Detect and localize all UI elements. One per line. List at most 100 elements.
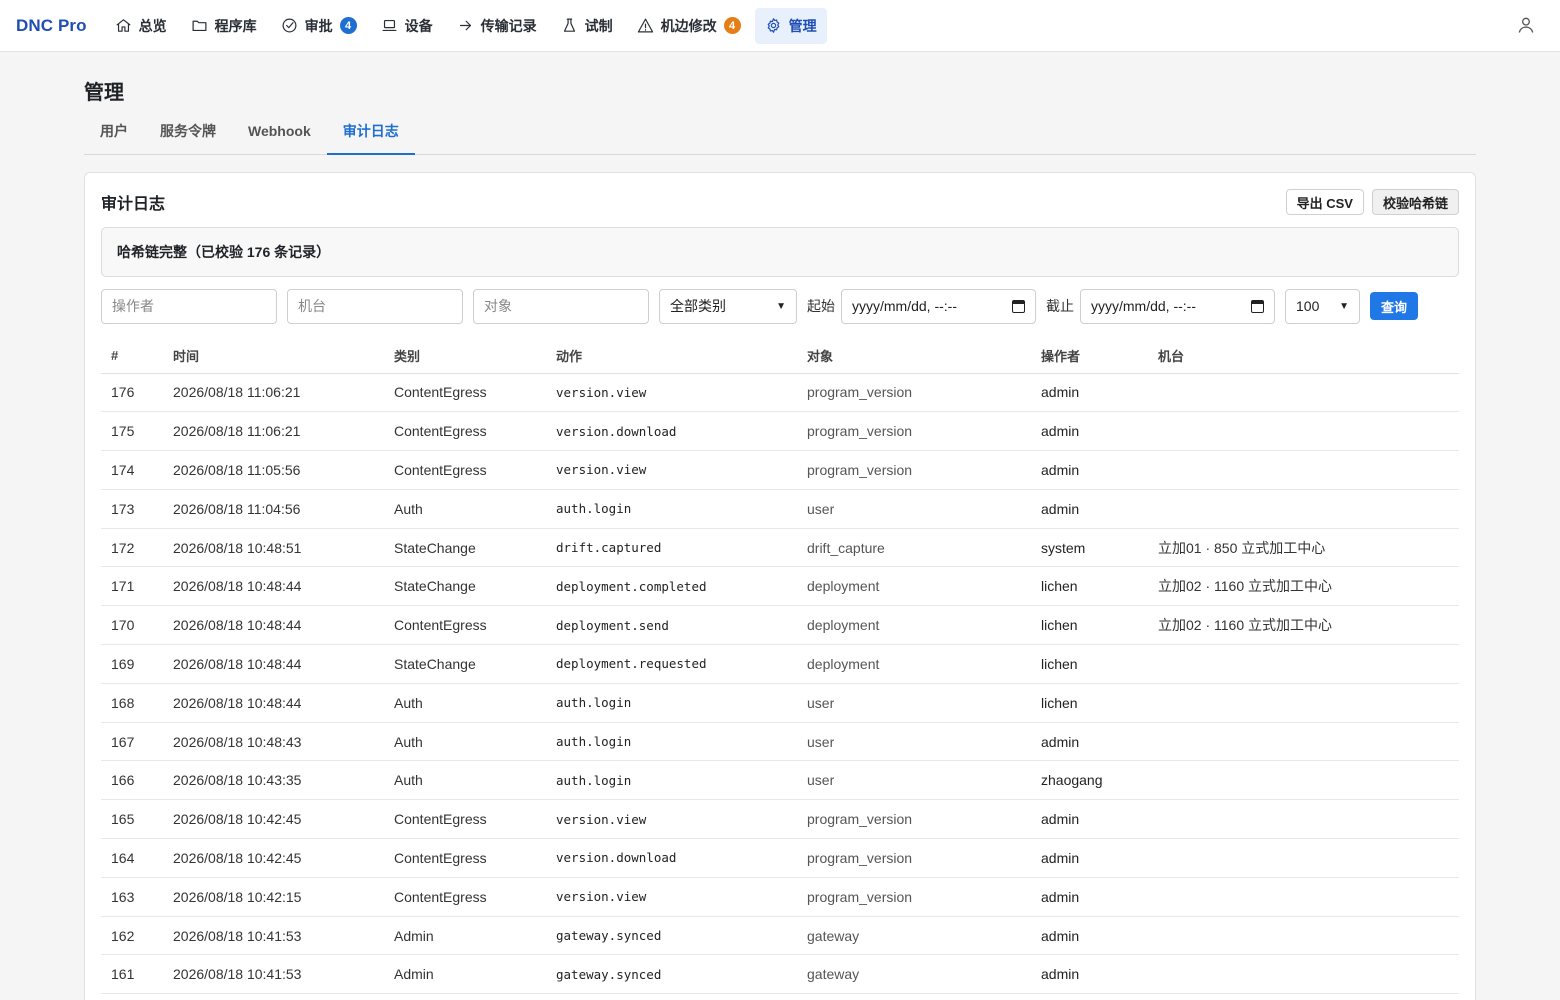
export-csv-button[interactable]: 导出 CSV — [1285, 189, 1364, 215]
column-header-machine: 机台 — [1148, 338, 1459, 374]
cell-actor: admin — [1031, 877, 1148, 917]
cell-machine — [1148, 644, 1459, 684]
folder-icon — [192, 20, 207, 32]
cell-action: auth.login — [546, 683, 797, 723]
audit-log-card: 审计日志 导出 CSV 校验哈希链 哈希链完整（已校验 176 条记录） 全部类… — [84, 172, 1476, 1000]
user-icon — [1518, 17, 1534, 33]
verify-hash-chain-button[interactable]: 校验哈希链 — [1371, 189, 1459, 215]
nav-item-admin[interactable]: 管理 — [754, 7, 827, 44]
cell-machine: 立加01 · 850 立式加工中心 — [1148, 528, 1459, 568]
nav-item-approval[interactable]: 审批 4 — [271, 8, 367, 44]
cell-category: Admin — [384, 916, 546, 956]
tab-service-tokens[interactable]: 服务令牌 — [144, 112, 232, 155]
object-filter-input[interactable] — [473, 288, 649, 324]
main-nav: 总览 程序库 审批 4 设备 传输记录 试制 机边修改 4 管理 — [105, 7, 827, 44]
cell-index: 161 — [101, 954, 163, 995]
cell-category: Admin — [384, 954, 546, 995]
cell-object: program_version — [797, 838, 1031, 878]
start-time-input[interactable]: yyyy/mm/dd, --:-- — [841, 288, 1036, 324]
cell-machine — [1148, 916, 1459, 956]
table-row[interactable]: 173 2026/08/18 11:04:56 Auth auth.login user… — [101, 489, 1459, 529]
cell-index: 163 — [101, 877, 163, 917]
chevron-down-icon: ▼ — [1339, 300, 1349, 312]
query-button[interactable]: 查询 — [1370, 292, 1419, 320]
cell-object: deployment — [797, 566, 1031, 607]
table-row[interactable]: 175 2026/08/18 11:06:21 ContentEgress versi… — [101, 411, 1459, 452]
calendar-icon[interactable] — [1251, 299, 1264, 313]
gear-icon — [767, 18, 779, 33]
table-row[interactable]: 162 2026/08/18 10:41:53 Admin gateway.synce… — [101, 916, 1459, 956]
cell-machine: 立加02 · 1160 立式加工中心 — [1148, 566, 1459, 607]
table-row[interactable]: 164 2026/08/18 10:42:45 ContentEgress versi… — [101, 838, 1459, 878]
cell-action: drift.captured — [546, 528, 797, 568]
top-nav-bar: DNC Pro 总览 程序库 审批 4 设备 传输记录 试制 机边修改 4 管理 — [0, 0, 1560, 52]
table-row[interactable]: 165 2026/08/18 10:42:45 ContentEgress versi… — [101, 799, 1459, 840]
tab-webhook[interactable]: Webhook — [232, 112, 327, 155]
nav-item-machine-edit[interactable]: 机边修改 4 — [627, 8, 751, 44]
actor-filter-input[interactable] — [101, 288, 277, 324]
nav-item-label: 总览 — [138, 17, 167, 34]
category-select[interactable]: 全部类别 ▼ — [659, 288, 797, 324]
cell-time: 2026/08/18 10:48:44 — [163, 566, 384, 607]
table-row[interactable]: 167 2026/08/18 10:48:43 Auth auth.login user… — [101, 722, 1459, 762]
tab-users[interactable]: 用户 — [84, 112, 144, 155]
cell-action: version.view — [546, 450, 797, 490]
nav-item-devices[interactable]: 设备 — [371, 8, 443, 44]
cell-action: auth.login — [546, 760, 797, 801]
table-row[interactable]: 176 2026/08/18 11:06:21 ContentEgress versi… — [101, 373, 1459, 413]
cell-object: deployment — [797, 644, 1031, 684]
cell-index: 170 — [101, 605, 163, 646]
cell-action: auth.login — [546, 489, 797, 529]
tab-audit-log[interactable]: 审计日志 — [326, 112, 415, 155]
cell-object: program_version — [797, 877, 1031, 917]
cell-time: 2026/08/18 10:41:53 — [163, 916, 384, 956]
user-menu-button[interactable] — [1516, 15, 1538, 37]
cell-index: 168 — [101, 683, 163, 723]
cell-actor: lichen — [1031, 683, 1148, 723]
hash-chain-status: 哈希链完整（已校验 176 条记录） — [101, 227, 1459, 277]
cell-actor: admin — [1031, 799, 1148, 840]
start-time-value: yyyy/mm/dd, --:-- — [852, 298, 957, 314]
table-body: 176 2026/08/18 11:06:21 ContentEgress versi… — [101, 373, 1459, 995]
cell-actor: lichen — [1031, 644, 1148, 684]
cell-actor: admin — [1031, 373, 1148, 413]
nav-item-program-library[interactable]: 程序库 — [181, 8, 267, 44]
cell-object: program_version — [797, 799, 1031, 840]
table-row[interactable]: 168 2026/08/18 10:48:44 Auth auth.login user… — [101, 683, 1459, 723]
table-row[interactable]: 161 2026/08/18 10:41:53 Admin gateway.synce… — [101, 954, 1459, 995]
cell-time: 2026/08/18 10:41:53 — [163, 954, 384, 995]
admin-tabs: 用户 服务令牌 Webhook 审计日志 — [84, 112, 1476, 155]
cell-time: 2026/08/18 11:05:56 — [163, 450, 384, 490]
cell-index: 165 — [101, 799, 163, 840]
table-row[interactable]: 174 2026/08/18 11:05:56 ContentEgress versi… — [101, 450, 1459, 490]
nav-item-transfer-log[interactable]: 传输记录 — [447, 8, 547, 44]
table-row[interactable]: 171 2026/08/18 10:48:44 StateChange deploym… — [101, 566, 1459, 607]
cell-action: version.view — [546, 877, 797, 917]
calendar-icon[interactable] — [1012, 299, 1025, 313]
cell-machine — [1148, 722, 1459, 762]
cell-action: version.download — [546, 411, 797, 452]
nav-item-overview[interactable]: 总览 — [105, 8, 177, 44]
cell-index: 169 — [101, 644, 163, 684]
cell-machine — [1148, 760, 1459, 801]
card-actions: 导出 CSV 校验哈希链 — [1285, 189, 1459, 215]
cell-category: StateChange — [384, 566, 546, 607]
table-row[interactable]: 169 2026/08/18 10:48:44 StateChange deploym… — [101, 644, 1459, 684]
cell-time: 2026/08/18 10:43:35 — [163, 760, 384, 801]
cell-category: Auth — [384, 722, 546, 762]
end-time-input[interactable]: yyyy/mm/dd, --:-- — [1080, 288, 1275, 324]
cell-index: 164 — [101, 838, 163, 878]
nav-item-trial[interactable]: 试制 — [551, 8, 623, 44]
table-row[interactable]: 170 2026/08/18 10:48:44 ContentEgress deplo… — [101, 605, 1459, 646]
machine-filter-input[interactable] — [287, 288, 463, 324]
table-row[interactable]: 172 2026/08/18 10:48:51 StateChange drift.c… — [101, 528, 1459, 568]
warning-icon — [637, 18, 653, 33]
column-header-actor: 操作者 — [1031, 338, 1148, 374]
table-row[interactable]: 163 2026/08/18 10:42:15 ContentEgress versi… — [101, 877, 1459, 917]
brand-logo[interactable]: DNC Pro — [16, 16, 87, 36]
cell-machine: 立加02 · 1160 立式加工中心 — [1148, 605, 1459, 646]
cell-actor: lichen — [1031, 605, 1148, 646]
limit-select[interactable]: 100 ▼ — [1285, 288, 1360, 324]
cell-category: StateChange — [384, 528, 546, 568]
table-row[interactable]: 166 2026/08/18 10:43:35 Auth auth.login user… — [101, 760, 1459, 801]
